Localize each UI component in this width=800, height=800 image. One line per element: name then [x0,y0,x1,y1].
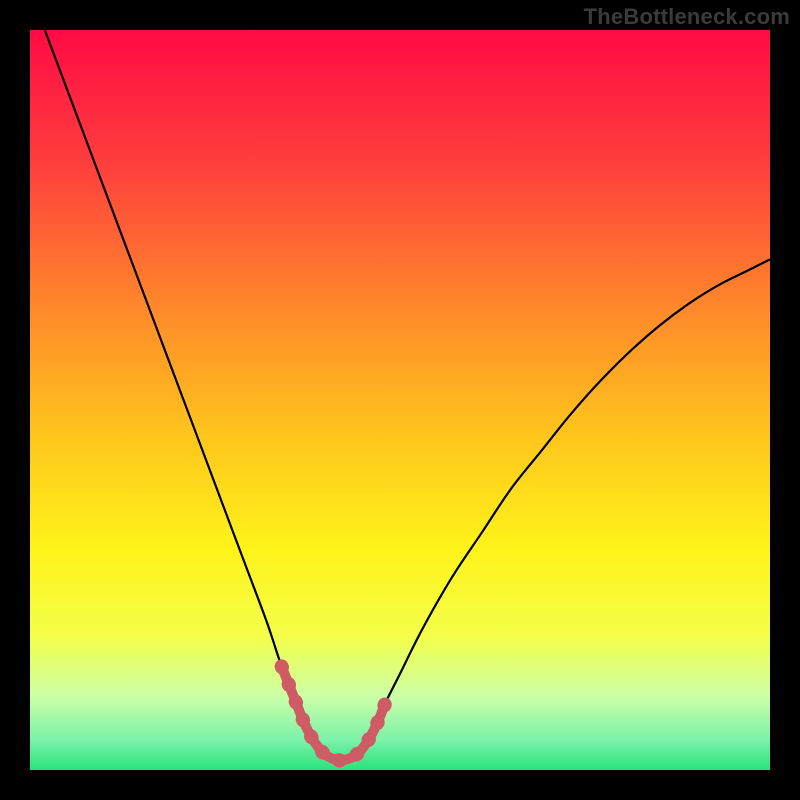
watermark-text: TheBottleneck.com [584,4,790,30]
plot-area [30,30,770,770]
gradient-background [30,30,770,770]
bottleneck-chart-svg [30,30,770,770]
chart-frame: TheBottleneck.com [0,0,800,800]
